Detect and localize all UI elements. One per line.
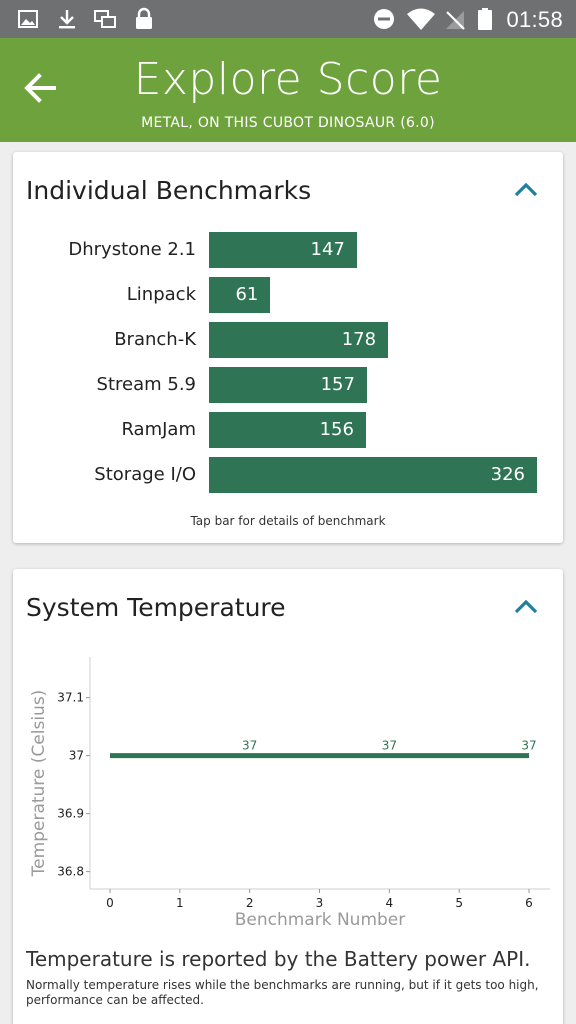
- temperature-card: System Temperature 37.1 37 36.9 36.8 0 1 2 3 4 5 6…: [13, 569, 563, 1024]
- x-tick-label: 5: [455, 896, 463, 910]
- page-subtitle: METAL, ON THIS CUBOT DINOSAUR (6.0): [141, 115, 435, 131]
- benchmark-bar[interactable]: 156: [209, 412, 366, 448]
- temperature-note-detail: Normally temperature rises while the ben…: [26, 978, 539, 1007]
- benchmark-bar[interactable]: 178: [209, 322, 389, 358]
- data-point-label: 37: [521, 739, 536, 753]
- benchmark-row: Stream 5.9 157: [13, 367, 563, 403]
- download-icon: [59, 10, 75, 29]
- y-tick-label: 37.1: [57, 691, 84, 705]
- benchmark-value: 156: [319, 419, 354, 440]
- image-icon: [18, 10, 38, 28]
- lock-icon: [136, 7, 152, 29]
- chevron-up-icon[interactable]: [513, 597, 539, 615]
- x-tick-label: 6: [525, 896, 533, 910]
- data-point-label: 37: [242, 739, 257, 753]
- benchmark-label: Linpack: [126, 284, 196, 305]
- data-point-label: 37: [382, 739, 397, 753]
- x-tick-label: 3: [316, 896, 324, 910]
- benchmark-bar[interactable]: 147: [209, 232, 357, 268]
- benchmark-bar[interactable]: 326: [209, 457, 537, 493]
- y-axis-label: Temperature (Celsius): [29, 690, 49, 878]
- benchmark-row: Branch-K 178: [13, 322, 563, 358]
- benchmarks-card: Individual Benchmarks Dhrystone 2.1 147 Li…: [13, 152, 563, 543]
- benchmark-bar[interactable]: 157: [209, 367, 367, 403]
- app-bar: Explore Score METAL, ON THIS CUBOT DINOS…: [0, 38, 576, 142]
- benchmark-row: Dhrystone 2.1 147: [13, 232, 563, 268]
- no-signal-icon: [446, 11, 465, 30]
- page-title: Explore Score: [133, 54, 443, 105]
- x-tick-label: 0: [106, 896, 114, 910]
- y-tick-label: 37: [69, 749, 84, 763]
- x-tick-label: 1: [176, 896, 184, 910]
- battery-icon: [478, 8, 492, 30]
- benchmark-hint: Tap bar for details of benchmark: [190, 514, 386, 528]
- benchmark-value: 178: [341, 329, 377, 350]
- status-clock: 01:58: [506, 7, 563, 32]
- x-tick-label: 4: [386, 896, 394, 910]
- temperature-chart: 37.1 37 36.9 36.8 0 1 2 3 4 5 6 Benchmark Number Tem…: [29, 657, 550, 930]
- benchmark-label: Storage I/O: [94, 464, 196, 485]
- benchmark-value: 157: [320, 374, 355, 395]
- benchmark-bar[interactable]: 61: [209, 277, 271, 313]
- multiwindow-icon: [94, 10, 116, 28]
- chevron-up-icon[interactable]: [513, 180, 539, 198]
- temperature-card-title: System Temperature: [26, 593, 286, 622]
- wifi-icon: [407, 8, 435, 30]
- benchmark-row: Linpack 61: [13, 277, 563, 313]
- y-tick-label: 36.8: [57, 865, 84, 879]
- benchmarks-card-title: Individual Benchmarks: [26, 176, 312, 205]
- benchmark-value: 147: [310, 239, 345, 260]
- x-axis-label: Benchmark Number: [235, 910, 406, 930]
- benchmark-row: Storage I/O 326: [13, 457, 563, 493]
- benchmark-row: RamJam 156: [13, 412, 563, 448]
- y-tick-label: 36.9: [57, 807, 84, 821]
- benchmark-label: Dhrystone 2.1: [68, 239, 196, 260]
- benchmark-label: Stream 5.9: [96, 374, 196, 395]
- status-bar: 01:58: [0, 0, 576, 38]
- benchmark-value: 326: [490, 464, 525, 485]
- do-not-disturb-icon: [374, 9, 394, 29]
- benchmark-label: Branch-K: [114, 329, 196, 350]
- temperature-note: Temperature is reported by the Battery p…: [26, 947, 531, 971]
- x-tick-label: 2: [246, 896, 254, 910]
- benchmark-label: RamJam: [121, 419, 196, 440]
- benchmark-value: 61: [235, 284, 259, 305]
